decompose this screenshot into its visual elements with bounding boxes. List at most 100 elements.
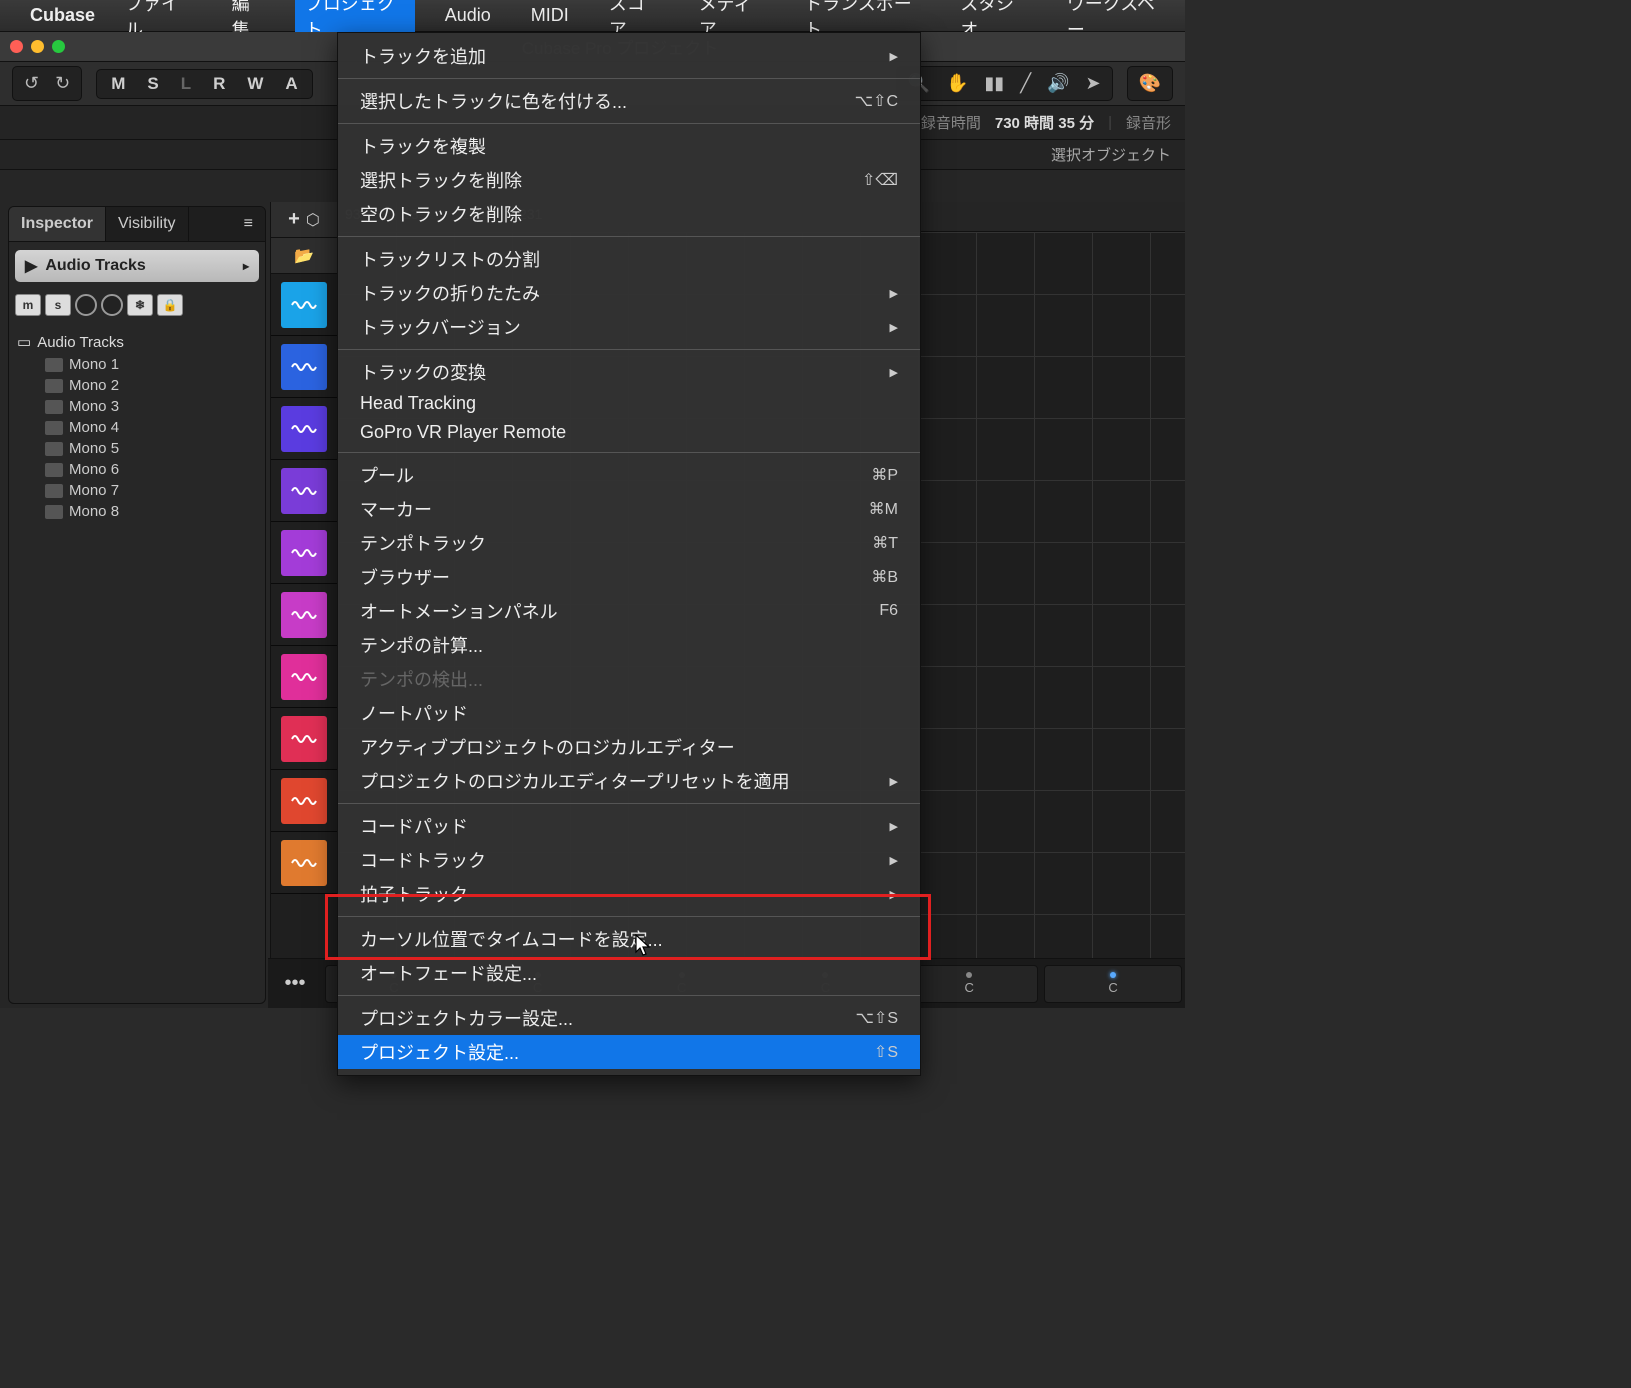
tree-item[interactable]: Mono 1 bbox=[17, 354, 257, 375]
menu-item[interactable]: トラックの変換 bbox=[338, 355, 920, 389]
menu-item[interactable]: コードパッド bbox=[338, 809, 920, 843]
app-name[interactable]: Cubase bbox=[30, 5, 95, 26]
tree-item[interactable]: Mono 7 bbox=[17, 480, 257, 501]
menu-item-label: 選択トラックを削除 bbox=[360, 167, 522, 193]
track-color-swatch bbox=[281, 530, 327, 576]
menu-item[interactable]: プール⌘P bbox=[338, 458, 920, 492]
menu-item[interactable]: コードトラック bbox=[338, 843, 920, 877]
track-row[interactable] bbox=[271, 460, 337, 522]
menu-item[interactable]: プロジェクト設定...⇧S bbox=[338, 1035, 920, 1069]
menu-audio[interactable]: Audio bbox=[435, 1, 501, 30]
track-row[interactable] bbox=[271, 708, 337, 770]
audio-wave-icon bbox=[291, 545, 317, 561]
monitor-button[interactable] bbox=[101, 294, 123, 316]
track-row[interactable] bbox=[271, 336, 337, 398]
menu-item[interactable]: 選択したトラックに色を付ける...⌥⇧C bbox=[338, 84, 920, 118]
menu-item[interactable]: 拍子トラック bbox=[338, 877, 920, 911]
track-row[interactable] bbox=[271, 832, 337, 894]
read-button[interactable]: R bbox=[207, 74, 231, 94]
menu-item-label: コードトラック bbox=[360, 847, 486, 873]
menu-item[interactable]: オートフェード設定... bbox=[338, 956, 920, 990]
tree-item[interactable]: Mono 4 bbox=[17, 417, 257, 438]
tab-visibility[interactable]: Visibility bbox=[106, 207, 189, 241]
tree-item[interactable]: Mono 8 bbox=[17, 501, 257, 522]
menu-item[interactable]: トラックの折りたたみ bbox=[338, 276, 920, 310]
chevron-right-icon: ▸ bbox=[243, 259, 249, 273]
menu-item[interactable]: テンポの計算... bbox=[338, 628, 920, 662]
menu-item[interactable]: 空のトラックを削除 bbox=[338, 197, 920, 231]
menu-item[interactable]: カーソル位置でタイムコードを設定... bbox=[338, 922, 920, 956]
menu-item[interactable]: オートメーションパネルF6 bbox=[338, 594, 920, 628]
speaker-tool-icon[interactable]: 🔊 bbox=[1044, 71, 1072, 96]
mute-all-button[interactable]: M bbox=[105, 74, 131, 94]
menu-item[interactable]: プロジェクトカラー設定...⌥⇧S bbox=[338, 1001, 920, 1035]
tool-buttons: 🔍 ✋ ▮▮ ╱ 🔊 ➤ bbox=[896, 66, 1113, 101]
lock-button[interactable]: 🔒 bbox=[157, 294, 183, 316]
tree-item[interactable]: Mono 5 bbox=[17, 438, 257, 459]
record-enable-button[interactable] bbox=[75, 294, 97, 316]
track-row[interactable] bbox=[271, 522, 337, 584]
maximize-button[interactable] bbox=[52, 40, 65, 53]
range-tool-icon[interactable]: ▮▮ bbox=[981, 71, 1007, 96]
menu-item[interactable]: ノートパッド bbox=[338, 696, 920, 730]
automation-button[interactable]: A bbox=[279, 74, 303, 94]
color-tool[interactable]: 🎨 bbox=[1127, 66, 1173, 101]
menu-item[interactable]: Head Tracking bbox=[338, 389, 920, 418]
write-button[interactable]: W bbox=[241, 74, 269, 94]
inspector-track-header[interactable]: ▶ Audio Tracks ▸ bbox=[15, 250, 259, 282]
track-row[interactable] bbox=[271, 398, 337, 460]
settings-icon[interactable]: ⬡ bbox=[306, 210, 320, 230]
menu-item[interactable]: テンポトラック⌘T bbox=[338, 526, 920, 560]
menu-item-label: トラックの折りたたみ bbox=[360, 280, 540, 306]
menu-item[interactable]: トラックを複製 bbox=[338, 129, 920, 163]
track-row[interactable] bbox=[271, 274, 337, 336]
menu-item-label: テンポの計算... bbox=[360, 632, 483, 658]
menu-item[interactable]: ブラウザー⌘B bbox=[338, 560, 920, 594]
tree-item[interactable]: Mono 6 bbox=[17, 459, 257, 480]
tab-equals-icon[interactable]: ≡ bbox=[232, 207, 265, 241]
solo-button[interactable]: s bbox=[45, 294, 71, 316]
state-buttons: M S L R W A bbox=[96, 69, 313, 99]
add-track-button[interactable]: + bbox=[288, 208, 300, 231]
tree-item[interactable]: Mono 3 bbox=[17, 396, 257, 417]
mute-button[interactable]: m bbox=[15, 294, 41, 316]
undo-icon[interactable]: ↺ bbox=[21, 71, 42, 96]
tab-inspector[interactable]: Inspector bbox=[9, 207, 106, 241]
menu-item[interactable]: 選択トラックを削除⇧⌫ bbox=[338, 163, 920, 197]
menu-item-label: Head Tracking bbox=[360, 393, 476, 414]
tree-item[interactable]: Mono 2 bbox=[17, 375, 257, 396]
chord-label: C bbox=[1108, 980, 1117, 995]
audio-wave-icon bbox=[291, 731, 317, 747]
menu-item-label: プール bbox=[360, 462, 414, 488]
folder-open-icon[interactable]: 📂 bbox=[271, 238, 337, 274]
menu-item[interactable]: アクティブプロジェクトのロジカルエディター bbox=[338, 730, 920, 764]
redo-icon[interactable]: ↻ bbox=[52, 71, 73, 96]
menu-item[interactable]: プロジェクトのロジカルエディタープリセットを適用 bbox=[338, 764, 920, 798]
menu-item[interactable]: トラックを追加 bbox=[338, 39, 920, 73]
listen-button[interactable]: L bbox=[175, 74, 197, 94]
hand-tool-icon[interactable]: ✋ bbox=[943, 71, 971, 96]
track-row[interactable] bbox=[271, 584, 337, 646]
menu-shortcut: F6 bbox=[879, 602, 898, 620]
track-color-swatch bbox=[281, 716, 327, 762]
menu-item[interactable]: マーカー⌘M bbox=[338, 492, 920, 526]
minimize-button[interactable] bbox=[31, 40, 44, 53]
chord-menu-button[interactable]: ••• bbox=[268, 972, 322, 995]
arrow-tool-icon[interactable]: ➤ bbox=[1082, 71, 1103, 96]
track-row[interactable] bbox=[271, 646, 337, 708]
project-menu-dropdown: トラックを追加選択したトラックに色を付ける...⌥⇧Cトラックを複製選択トラック… bbox=[337, 32, 921, 1076]
draw-tool-icon[interactable]: ╱ bbox=[1017, 71, 1034, 96]
solo-all-button[interactable]: S bbox=[141, 74, 164, 94]
track-row[interactable] bbox=[271, 770, 337, 832]
menu-item[interactable]: トラックリストの分割 bbox=[338, 242, 920, 276]
tree-folder[interactable]: ▭ Audio Tracks bbox=[17, 330, 257, 354]
menu-item[interactable]: トラックバージョン bbox=[338, 310, 920, 344]
close-button[interactable] bbox=[10, 40, 23, 53]
chord-pad-slot[interactable]: C bbox=[1044, 965, 1182, 1003]
menu-item[interactable]: GoPro VR Player Remote bbox=[338, 418, 920, 447]
menu-item-label: トラックの変換 bbox=[360, 359, 486, 385]
menu-midi[interactable]: MIDI bbox=[521, 1, 579, 30]
menu-item-label: 拍子トラック bbox=[360, 881, 468, 907]
freeze-button[interactable]: ❄ bbox=[127, 294, 153, 316]
menu-item-label: GoPro VR Player Remote bbox=[360, 422, 566, 443]
